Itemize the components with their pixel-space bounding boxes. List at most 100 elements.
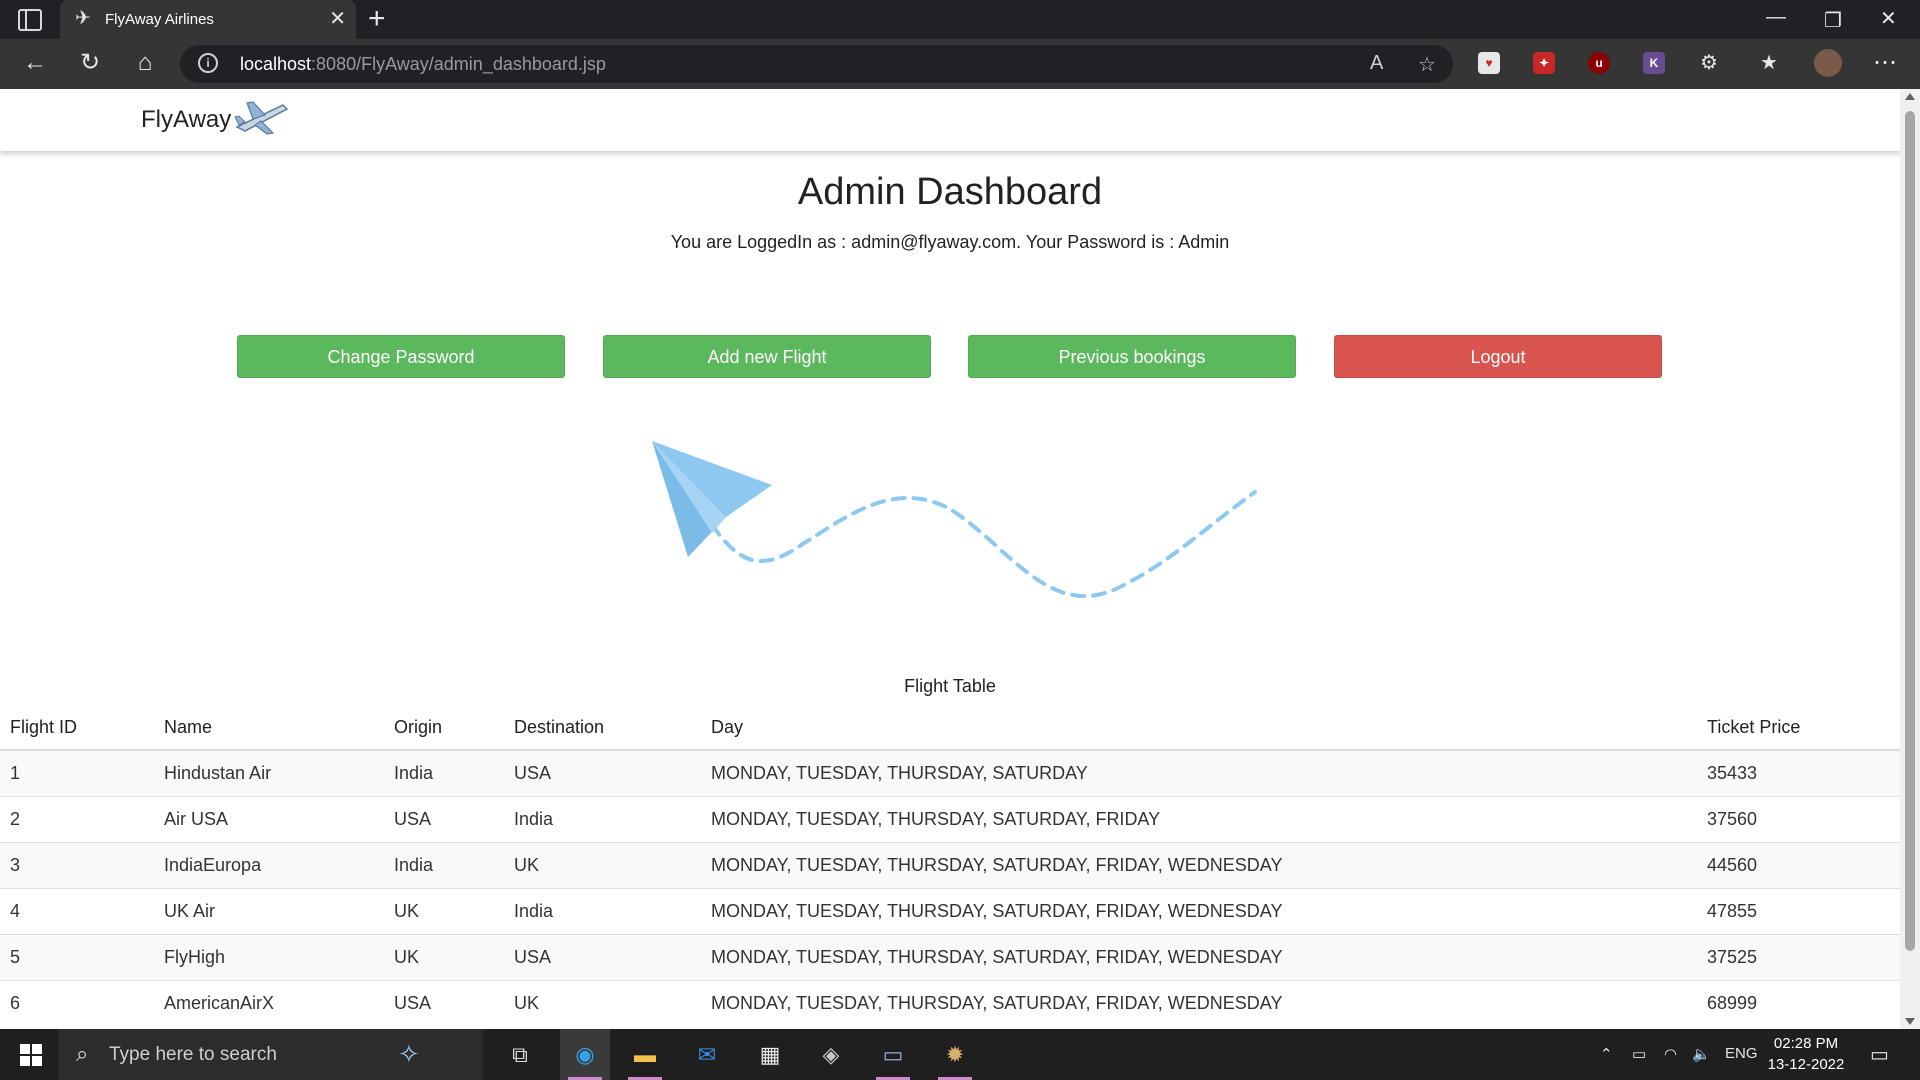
- cell-name: IndiaEuropa: [154, 841, 384, 888]
- close-window-icon[interactable]: ✕: [1880, 6, 1897, 31]
- clock[interactable]: 02:28 PM 13-12-2022: [1756, 1033, 1856, 1075]
- app-icon[interactable]: ◈: [806, 1029, 856, 1080]
- ublock-extension-icon[interactable]: u: [1588, 52, 1610, 74]
- tab-actions-icon[interactable]: [18, 9, 42, 31]
- battery-icon[interactable]: ▭: [1632, 1045, 1646, 1063]
- cell-ticket-price: 68999: [1697, 979, 1900, 1026]
- search-icon: ⌕: [76, 1041, 89, 1066]
- pocket-extension-icon[interactable]: ♥: [1478, 52, 1500, 74]
- cell-destination: USA: [504, 749, 701, 796]
- cell-flight-id: 3: [0, 841, 154, 888]
- extension-purple-icon[interactable]: K: [1643, 52, 1665, 74]
- windows-start-icon[interactable]: [20, 1044, 42, 1066]
- column-header: Day: [701, 706, 1697, 751]
- browser-tab-bar: ✈ FlyAway Airlines ✕ + — ❐ ✕: [0, 0, 1920, 39]
- cell-ticket-price: 37525: [1697, 933, 1900, 980]
- add-new-flight-button[interactable]: Add new Flight: [603, 335, 931, 378]
- cell-flight-id: 4: [0, 887, 154, 934]
- column-header: Ticket Price: [1697, 706, 1900, 751]
- home-icon[interactable]: ⌂: [130, 50, 160, 76]
- cell-flight-id: 5: [0, 933, 154, 980]
- notifications-icon[interactable]: ▭: [1870, 1042, 1889, 1067]
- cell-ticket-price: 37560: [1697, 795, 1900, 842]
- cell-day: MONDAY, TUESDAY, THURSDAY, SATURDAY, FRI…: [701, 979, 1697, 1026]
- windows-taskbar: ⌕ Type here to search ✧ ⧉ ◉ ▬ ✉ ▦ ◈ ▭ ✹ …: [0, 1029, 1920, 1080]
- table-caption: Flight Table: [904, 676, 996, 696]
- language-indicator[interactable]: ENG: [1725, 1045, 1758, 1062]
- more-menu-icon[interactable]: ⋯: [1870, 50, 1900, 76]
- store-icon[interactable]: ▦: [745, 1029, 795, 1080]
- cell-destination: UK: [504, 979, 701, 1026]
- search-highlight-icon[interactable]: ✧: [398, 1039, 420, 1070]
- column-header: Flight ID: [0, 706, 154, 751]
- cell-destination: India: [504, 887, 701, 934]
- restore-icon[interactable]: ❐: [1824, 8, 1842, 33]
- cell-origin: India: [384, 841, 504, 888]
- previous-bookings-button[interactable]: Previous bookings: [968, 335, 1296, 378]
- paper-plane-illustration: [652, 441, 1257, 599]
- table-row: 5 FlyHigh UK USA MONDAY, TUESDAY, THURSD…: [0, 933, 1900, 980]
- minimize-icon[interactable]: —: [1766, 6, 1786, 29]
- show-hidden-icons[interactable]: ⌃: [1600, 1045, 1613, 1063]
- browser-tab[interactable]: ✈ FlyAway Airlines ✕: [60, 0, 356, 39]
- address-bar[interactable]: i localhost:8080/FlyAway/admin_dashboard…: [180, 45, 1453, 83]
- cell-origin: USA: [384, 979, 504, 1026]
- airplane-logo-icon: [234, 101, 289, 135]
- cell-destination: UK: [504, 841, 701, 888]
- table-row: 6 AmericanAirX USA UK MONDAY, TUESDAY, T…: [0, 979, 1900, 1026]
- profile-avatar[interactable]: [1814, 49, 1842, 77]
- back-icon[interactable]: ←: [20, 50, 50, 76]
- cell-name: UK Air: [154, 887, 384, 934]
- cell-day: MONDAY, TUESDAY, THURSDAY, SATURDAY: [701, 749, 1697, 796]
- change-password-button[interactable]: Change Password: [237, 335, 565, 378]
- table-row: 2 Air USA USA India MONDAY, TUESDAY, THU…: [0, 795, 1900, 842]
- cell-day: MONDAY, TUESDAY, THURSDAY, SATURDAY, FRI…: [701, 841, 1697, 888]
- web-page: FlyAway Admin Dashboard You are LoggedIn…: [0, 89, 1900, 1029]
- volume-icon[interactable]: 🔈: [1692, 1045, 1711, 1063]
- scrollbar-thumb[interactable]: [1905, 111, 1915, 951]
- mail-icon[interactable]: ✉: [682, 1029, 732, 1080]
- file-explorer-icon[interactable]: ▬: [620, 1029, 670, 1080]
- cell-flight-id: 6: [0, 979, 154, 1026]
- search-placeholder: Type here to search: [109, 1044, 277, 1065]
- page-title: Admin Dashboard: [797, 171, 1103, 213]
- logout-button[interactable]: Logout: [1334, 335, 1662, 378]
- page-scrollbar[interactable]: [1900, 89, 1920, 1029]
- extension-red-icon[interactable]: ✦: [1533, 52, 1555, 74]
- site-info-icon[interactable]: i: [198, 53, 218, 73]
- site-navbar: FlyAway: [0, 89, 1900, 151]
- cell-name: Air USA: [154, 795, 384, 842]
- scroll-up-icon[interactable]: [1905, 93, 1915, 100]
- extensions-icon[interactable]: ⚙: [1694, 50, 1724, 76]
- table-header-row: Flight ID Name Origin Destination Day Ti…: [0, 706, 1900, 751]
- wifi-icon[interactable]: ◠: [1664, 1045, 1677, 1063]
- column-header: Origin: [384, 706, 504, 751]
- mysql-workbench-icon[interactable]: ▭: [868, 1029, 918, 1080]
- column-header: Destination: [504, 706, 701, 751]
- add-favorite-icon[interactable]: ☆: [1418, 52, 1436, 77]
- task-view-icon[interactable]: ⧉: [495, 1029, 545, 1080]
- cell-origin: UK: [384, 887, 504, 934]
- cell-day: MONDAY, TUESDAY, THURSDAY, SATURDAY, FRI…: [701, 887, 1697, 934]
- close-tab-icon[interactable]: ✕: [329, 8, 346, 30]
- read-aloud-icon[interactable]: A: [1370, 52, 1383, 75]
- url-text[interactable]: localhost:8080/FlyAway/admin_dashboard.j…: [240, 54, 606, 75]
- table-row: 3 IndiaEuropa India UK MONDAY, TUESDAY, …: [0, 841, 1900, 888]
- scroll-down-icon[interactable]: [1905, 1018, 1915, 1025]
- cell-origin: India: [384, 749, 504, 796]
- table-row: 4 UK Air UK India MONDAY, TUESDAY, THURS…: [0, 887, 1900, 934]
- favorites-icon[interactable]: ★: [1754, 50, 1784, 76]
- cell-origin: UK: [384, 933, 504, 980]
- cell-ticket-price: 44560: [1697, 841, 1900, 888]
- cell-destination: USA: [504, 933, 701, 980]
- brand-name[interactable]: FlyAway: [141, 106, 231, 134]
- edge-browser-icon[interactable]: ◉: [560, 1029, 610, 1080]
- new-tab-icon[interactable]: +: [368, 4, 386, 34]
- taskbar-search-box[interactable]: ⌕ Type here to search ✧: [58, 1029, 483, 1080]
- clock-date: 13-12-2022: [1767, 1056, 1845, 1073]
- cell-destination: India: [504, 795, 701, 842]
- table-row: 1 Hindustan Air India USA MONDAY, TUESDA…: [0, 749, 1900, 796]
- cell-day: MONDAY, TUESDAY, THURSDAY, SATURDAY, FRI…: [701, 933, 1697, 980]
- eclipse-icon[interactable]: ✹: [930, 1029, 980, 1080]
- refresh-icon[interactable]: ↻: [75, 50, 105, 76]
